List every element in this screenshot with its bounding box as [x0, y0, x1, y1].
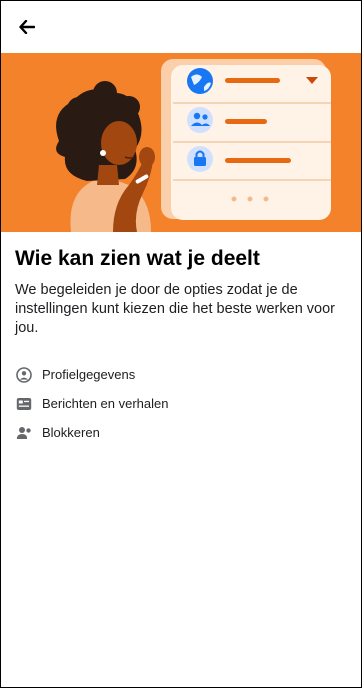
- option-label: Profielgegevens: [42, 367, 136, 382]
- person-illustration: [56, 81, 155, 232]
- arrow-left-icon: [19, 20, 35, 34]
- option-blokkeren[interactable]: Blokkeren: [15, 418, 347, 447]
- page-description: We begeleiden je door de opties zodat je…: [15, 282, 335, 336]
- option-label: Blokkeren: [42, 425, 100, 440]
- profile-circle-icon: [15, 366, 33, 384]
- page-title: Wie kan zien wat je deelt: [15, 247, 260, 270]
- globe-icon: [187, 68, 213, 94]
- option-label: Berichten en verhalen: [42, 396, 169, 411]
- lock-icon: [187, 146, 213, 172]
- people-icon: [187, 107, 213, 133]
- screen: Wie kan zien wat je deelt We begeleiden …: [0, 0, 362, 688]
- top-bar: [1, 1, 361, 53]
- options-list: Profielgegevens Berichten en verhalen Bl…: [15, 360, 347, 447]
- block-person-icon: [15, 424, 33, 442]
- option-berichten-en-verhalen[interactable]: Berichten en verhalen: [15, 389, 347, 418]
- posts-card-icon: [15, 395, 33, 413]
- hero-illustration: [1, 53, 361, 232]
- main-content: Wie kan zien wat je deelt We begeleiden …: [1, 232, 361, 447]
- back-button[interactable]: [13, 15, 41, 39]
- option-profielgegevens[interactable]: Profielgegevens: [15, 360, 347, 389]
